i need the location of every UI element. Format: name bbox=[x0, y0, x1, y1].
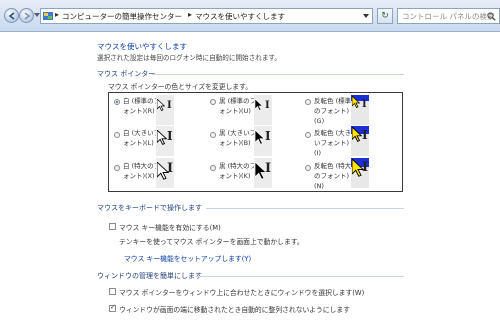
black-cursor-icon bbox=[255, 130, 265, 145]
radio-black-regular[interactable] bbox=[210, 99, 216, 105]
address-bar[interactable]: ▸ コンピューターの簡単操作センター ▸ マウスを使いやすくします bbox=[40, 8, 373, 24]
option-label: 白 (大きいフ ォント)(L) bbox=[123, 129, 161, 147]
option-label: 黒 (標準のフ ォント)(U) bbox=[219, 97, 257, 115]
back-arrow-icon bbox=[8, 12, 15, 20]
mouse-keys-setup-link[interactable]: マウス キー機能をセットアップします(Y) bbox=[124, 253, 251, 263]
pointer-preview: I bbox=[254, 95, 272, 125]
control-panel-icon bbox=[43, 12, 53, 20]
option-label: 白 (特大のフ ォント)(X) bbox=[123, 162, 161, 180]
pointer-preview: I bbox=[254, 126, 272, 156]
prevent-snap-checkbox[interactable] bbox=[109, 303, 116, 312]
radio-inverted-regular[interactable] bbox=[305, 99, 311, 105]
section-divider bbox=[152, 74, 404, 75]
breadcrumb-separator: ▸ bbox=[55, 10, 60, 19]
breadcrumb-current-page[interactable]: マウスを使いやすくします bbox=[195, 11, 285, 22]
radio-inverted-large[interactable] bbox=[305, 132, 311, 138]
section-divider bbox=[206, 208, 404, 209]
navigation-toolbar: ▸ コンピューターの簡単操作センター ▸ マウスを使いやすくします ↻ コントロ… bbox=[0, 0, 500, 32]
radio-white-extra-large[interactable] bbox=[114, 165, 120, 171]
text-cursor-icon: I bbox=[362, 99, 367, 110]
radio-black-extra-large[interactable] bbox=[210, 165, 216, 171]
search-box[interactable]: コントロール パネルの検索 bbox=[397, 8, 500, 24]
inverted-cursor-icon bbox=[352, 96, 360, 108]
text-cursor-icon: I bbox=[265, 129, 271, 143]
hover-activate-label[interactable]: マウス ポインターをウィンドウ上に合わせたときにウィンドウを選択します(W) bbox=[119, 287, 364, 297]
address-dropdown-icon[interactable] bbox=[363, 14, 369, 18]
pointer-section-description: マウス ポインターの色とサイズを変更します。 bbox=[108, 83, 253, 91]
hover-activate-checkbox[interactable] bbox=[109, 288, 116, 295]
mouse-keys-checkbox[interactable] bbox=[109, 223, 116, 230]
pointer-preview: I bbox=[156, 126, 174, 156]
pointer-preview: I bbox=[254, 158, 272, 188]
search-icon[interactable] bbox=[487, 12, 496, 21]
mouse-keys-label[interactable]: マウス キー機能を有効にする(M) bbox=[119, 222, 221, 232]
pointer-preview: I bbox=[156, 95, 174, 125]
inverted-cursor-icon bbox=[352, 127, 362, 142]
radio-black-large[interactable] bbox=[210, 132, 216, 138]
section-divider bbox=[196, 276, 404, 277]
search-placeholder: コントロール パネルの検索 bbox=[402, 12, 495, 21]
radio-white-regular[interactable] bbox=[114, 99, 120, 105]
pointer-preview: I bbox=[351, 158, 369, 188]
keyboard-section-heading: マウスをキーボードで操作します bbox=[97, 204, 202, 212]
forward-button[interactable] bbox=[19, 8, 34, 23]
text-cursor-icon: I bbox=[167, 129, 173, 143]
option-label: 白 (標準のフ ォント)(R) bbox=[123, 97, 161, 115]
black-cursor-icon bbox=[255, 99, 263, 111]
radio-inverted-extra-large[interactable] bbox=[305, 165, 311, 171]
forward-arrow-icon bbox=[24, 12, 31, 20]
refresh-icon: ↻ bbox=[381, 11, 389, 21]
option-label: 反転色 (大き いフォント) (I) bbox=[314, 129, 352, 157]
option-label: 反転色 (標準 のフォント) (G) bbox=[314, 97, 352, 125]
breadcrumb-separator: ▸ bbox=[188, 10, 193, 19]
breadcrumb-ease-of-access-center[interactable]: コンピューターの簡単操作センター bbox=[62, 11, 182, 22]
mouse-keys-description: テンキーを使ってマウス ポインターを画面上で動かします。 bbox=[119, 238, 304, 246]
text-cursor-icon: I bbox=[362, 160, 369, 175]
text-cursor-icon: I bbox=[265, 161, 272, 176]
pointer-preview: I bbox=[351, 95, 369, 125]
refresh-button[interactable]: ↻ bbox=[377, 8, 393, 24]
radio-white-large[interactable] bbox=[114, 132, 120, 138]
option-label: 黒 (特大のフ ォント)(K) bbox=[219, 162, 257, 180]
text-cursor-icon: I bbox=[265, 100, 270, 111]
pointer-preview: I bbox=[156, 158, 174, 188]
option-label: 黒 (大きいフ ォント)(B) bbox=[219, 129, 257, 147]
window-section-heading: ウィンドウの管理を簡単にします bbox=[97, 272, 202, 280]
option-label: 反転色 (特大 のフォント) (N) bbox=[314, 162, 352, 190]
prevent-snap-label[interactable]: ウィンドウが画面の端に移動されたとき自動的に整列されないようにします bbox=[119, 304, 350, 314]
pointer-section-heading: マウス ポインター bbox=[97, 70, 156, 78]
pointer-preview: I bbox=[351, 126, 369, 156]
text-cursor-icon: I bbox=[167, 100, 172, 111]
pointer-scheme-group: 白 (標準のフ ォント)(R) I 黒 (標準のフ ォント)(U) I 反転色 (標… bbox=[108, 92, 403, 192]
page-title: マウスを使いやすくします bbox=[97, 42, 187, 51]
white-cursor-icon bbox=[157, 99, 165, 111]
back-button[interactable] bbox=[4, 8, 19, 23]
page-subtitle: 選択された設定は毎回のログオン時に自動的に開始されます。 bbox=[97, 54, 281, 62]
white-cursor-icon bbox=[157, 130, 167, 145]
text-cursor-icon: I bbox=[362, 128, 368, 142]
text-cursor-icon: I bbox=[167, 161, 174, 176]
